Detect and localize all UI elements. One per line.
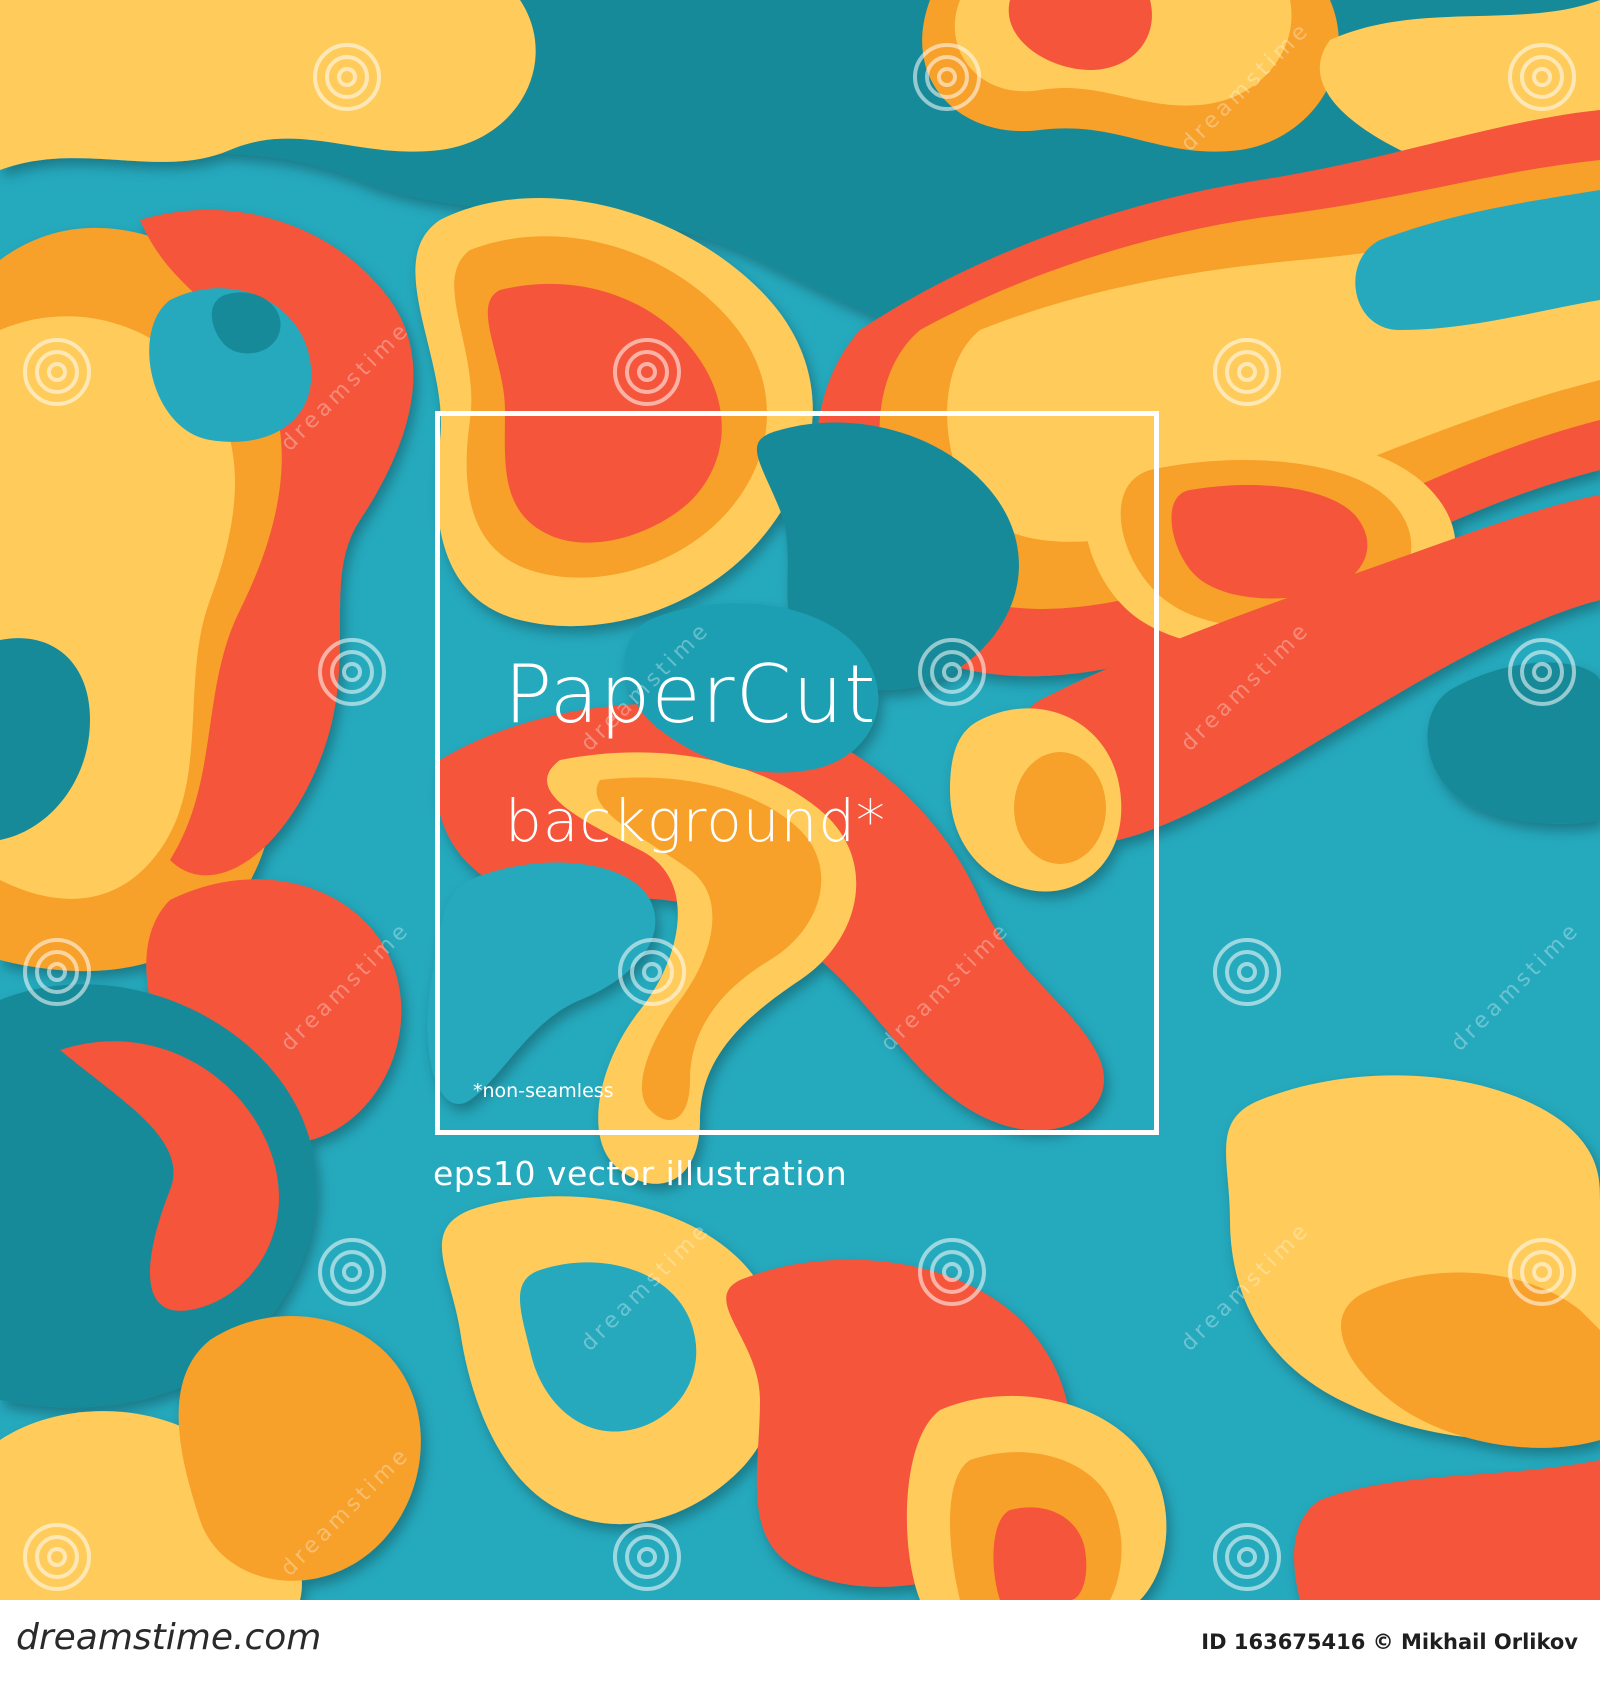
site-logo-text: dreamstime.com [16, 1617, 322, 1658]
artwork-title: PaperCut [504, 648, 877, 741]
artwork-note: *non-seamless [473, 1080, 614, 1102]
image-id-credit: ID 163675416 © Mikhail Orlikov [1201, 1630, 1578, 1654]
white-square-frame [435, 411, 1159, 1135]
artwork-caption: eps10 vector illustration [433, 1154, 848, 1193]
artwork-subtitle: background* [505, 787, 887, 855]
stock-image: dreamstime dreamstime dreamstime dreamst… [0, 0, 1600, 1690]
